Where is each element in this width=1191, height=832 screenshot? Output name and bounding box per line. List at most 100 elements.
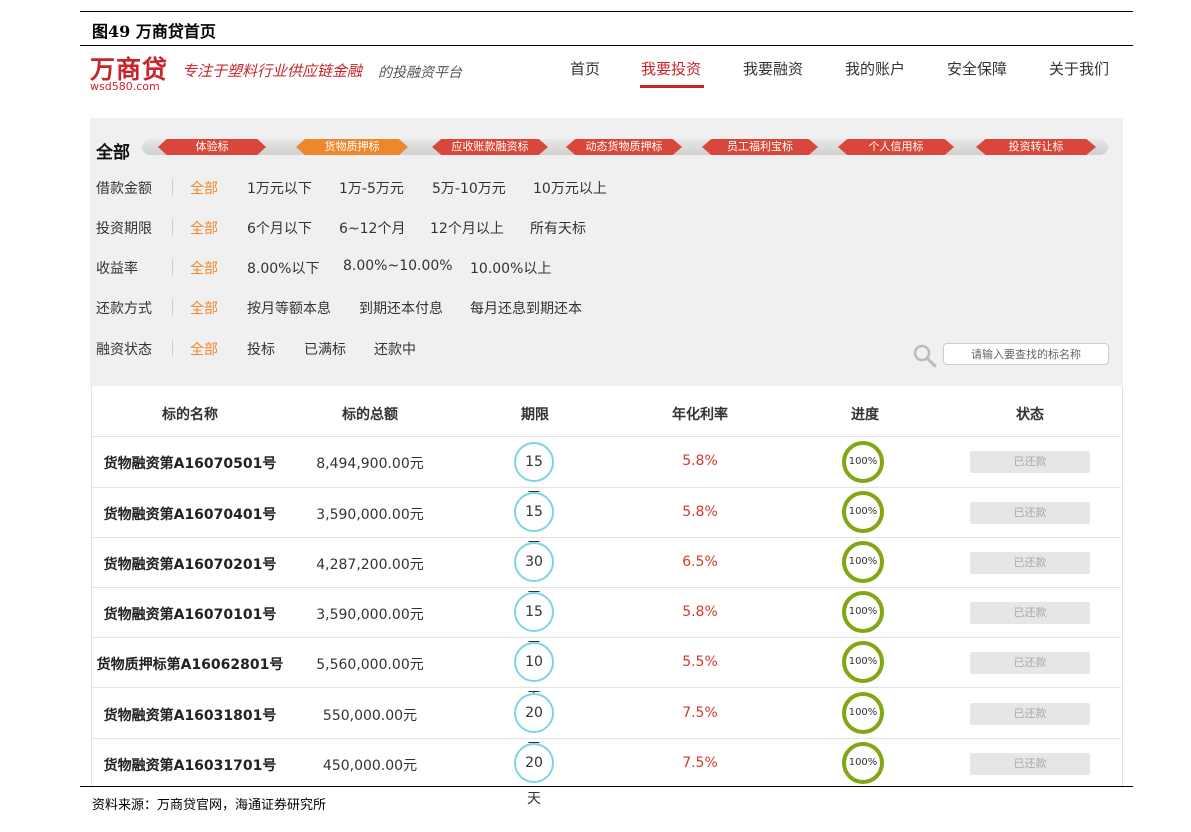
filter-option[interactable]: 按月等额本息 — [247, 298, 331, 318]
column-header-status: 状态 — [1016, 407, 1044, 423]
category-tab-employee-welfare[interactable]: 员工福利宝标 — [702, 139, 818, 155]
loan-status-button[interactable]: 已还款 — [970, 602, 1090, 624]
category-tab-receivables[interactable]: 应收账款融资标 — [432, 139, 548, 155]
filter-option[interactable]: 6个月以下 — [247, 218, 312, 238]
loan-progress: 100% — [842, 641, 884, 683]
row-divider — [92, 436, 1121, 437]
filter-option[interactable]: 10.00%以上 — [470, 258, 551, 278]
filter-option[interactable]: 所有天标 — [530, 218, 586, 238]
filter-divider — [172, 299, 173, 315]
category-tab-goods-pledge[interactable]: 货物质押标 — [296, 139, 408, 155]
category-tab-transfer[interactable]: 投资转让标 — [976, 139, 1096, 155]
category-tab-dynamic-pledge[interactable]: 动态货物质押标 — [566, 139, 682, 155]
loan-rate: 7.5% — [682, 705, 718, 721]
filter-divider — [172, 219, 173, 235]
row-divider — [92, 637, 1121, 638]
filter-option[interactable]: 全部 — [190, 258, 218, 278]
nav-finance[interactable]: 我要融资 — [743, 58, 803, 79]
loan-rate: 7.5% — [682, 755, 718, 771]
loan-amount: 550,000.00元 — [322, 708, 418, 724]
loan-progress: 100% — [842, 441, 884, 483]
filter-option[interactable]: 投标 — [247, 339, 275, 359]
loan-term: 10 天 — [514, 642, 554, 706]
category-all[interactable]: 全部 — [96, 138, 130, 163]
row-divider — [92, 487, 1121, 488]
filter-label-repayment: 还款方式 — [96, 301, 152, 317]
filter-divider — [172, 340, 173, 356]
filter-label-status: 融资状态 — [96, 342, 152, 358]
row-divider — [92, 537, 1121, 538]
filter-option[interactable]: 5万-10万元 — [432, 178, 506, 198]
filter-option[interactable]: 1万元以下 — [247, 178, 312, 198]
loan-amount: 3,590,000.00元 — [316, 507, 424, 523]
loan-name[interactable]: 货物融资第A16070401号 — [95, 504, 285, 524]
loan-rate: 5.5% — [682, 654, 718, 670]
filter-option[interactable]: 全部 — [190, 178, 218, 198]
loan-amount: 450,000.00元 — [322, 758, 418, 774]
filter-option[interactable]: 每月还息到期还本 — [470, 298, 582, 318]
filter-divider — [172, 179, 173, 195]
filter-option[interactable]: 10万元以上 — [533, 178, 607, 198]
loan-name[interactable]: 货物融资第A16070101号 — [95, 604, 285, 624]
column-header-progress: 进度 — [851, 407, 879, 423]
filter-option[interactable]: 12个月以上 — [430, 218, 504, 238]
filter-option[interactable]: 已满标 — [304, 339, 346, 359]
loan-progress: 100% — [842, 742, 884, 784]
nav-account[interactable]: 我的账户 — [845, 58, 905, 79]
loan-term: 15 天 — [514, 492, 554, 556]
column-header-name: 标的名称 — [162, 407, 218, 423]
loan-rate: 6.5% — [682, 554, 718, 570]
filter-option[interactable]: 全部 — [190, 218, 218, 238]
nav-home[interactable]: 首页 — [570, 58, 600, 79]
figure-top-rule — [80, 11, 1133, 12]
filter-option[interactable]: 8.00%~10.00% — [343, 258, 453, 274]
search-input[interactable] — [943, 343, 1109, 365]
loan-name[interactable]: 货物融资第A16031801号 — [95, 705, 285, 725]
filter-option[interactable]: 全部 — [190, 339, 218, 359]
loan-term: 30 天 — [514, 542, 554, 606]
category-tab-trial[interactable]: 体验标 — [158, 139, 266, 155]
loan-table — [91, 386, 1123, 786]
slogan-rest: 的投融资平台 — [378, 65, 462, 81]
filter-divider — [172, 259, 173, 275]
filter-option[interactable]: 8.00%以下 — [247, 258, 319, 278]
search-icon[interactable] — [912, 343, 938, 373]
loan-term: 15 天 — [514, 592, 554, 656]
filter-option[interactable]: 1万-5万元 — [339, 178, 404, 198]
loan-amount: 4,287,200.00元 — [316, 557, 424, 573]
figure-source: 资料来源：万商贷官网，海通证券研究所 — [92, 798, 327, 813]
loan-name[interactable]: 货物融资第A16070501号 — [95, 453, 285, 473]
loan-name[interactable]: 货物融资第A16031701号 — [95, 755, 285, 775]
column-header-rate: 年化利率 — [672, 407, 728, 423]
filter-option[interactable]: 还款中 — [374, 339, 416, 359]
loan-progress: 100% — [842, 541, 884, 583]
nav-about[interactable]: 关于我们 — [1049, 58, 1109, 79]
filter-option[interactable]: 到期还本付息 — [359, 298, 443, 318]
nav-security[interactable]: 安全保障 — [947, 58, 1007, 79]
filter-label-yield: 收益率 — [96, 261, 138, 277]
figure-bottom-rule — [80, 786, 1133, 787]
row-divider — [92, 687, 1121, 688]
loan-name[interactable]: 货物融资第A16070201号 — [95, 554, 285, 574]
loan-term: 20 天 — [514, 693, 554, 757]
loan-status-button[interactable]: 已还款 — [970, 552, 1090, 574]
loan-progress: 100% — [842, 491, 884, 533]
row-divider — [92, 738, 1121, 739]
loan-status-button[interactable]: 已还款 — [970, 502, 1090, 524]
loan-rate: 5.8% — [682, 604, 718, 620]
filter-option[interactable]: 全部 — [190, 298, 218, 318]
filter-option[interactable]: 6~12个月 — [339, 218, 405, 238]
loan-amount: 5,560,000.00元 — [316, 657, 424, 673]
loan-status-button[interactable]: 已还款 — [970, 652, 1090, 674]
column-header-term: 期限 — [521, 407, 549, 423]
row-divider — [92, 587, 1121, 588]
loan-term: 15 天 — [514, 442, 554, 506]
category-tab-personal-credit[interactable]: 个人信用标 — [838, 139, 954, 155]
loan-status-button[interactable]: 已还款 — [970, 451, 1090, 473]
nav-invest[interactable]: 我要投资 — [641, 58, 701, 79]
loan-status-button[interactable]: 已还款 — [970, 753, 1090, 775]
loan-name[interactable]: 货物质押标第A16062801号 — [92, 654, 288, 674]
loan-status-button[interactable]: 已还款 — [970, 703, 1090, 725]
nav-active-underline — [640, 85, 704, 88]
loan-amount: 3,590,000.00元 — [316, 607, 424, 623]
